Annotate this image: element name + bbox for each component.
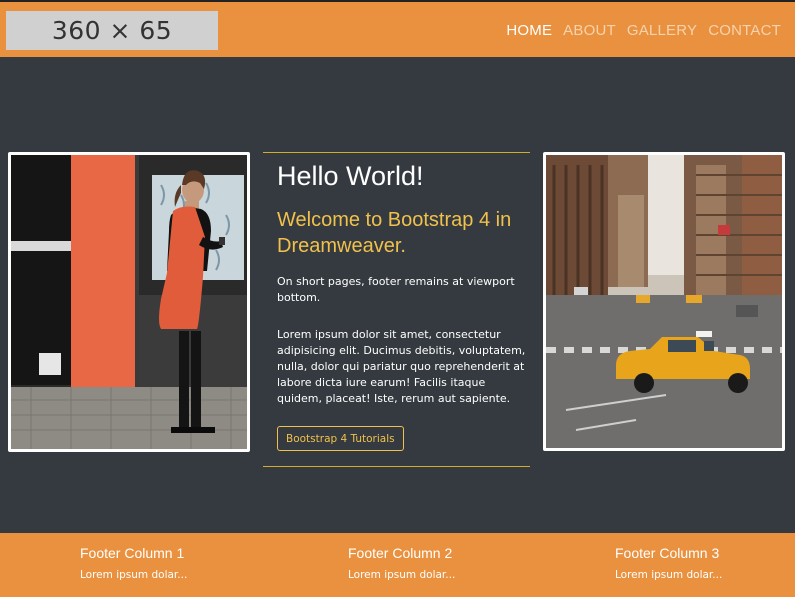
- footer-column-text: Lorem ipsum dolar...: [348, 569, 456, 581]
- body-paragraph: Lorem ipsum dolor sit amet, consectetur …: [277, 328, 526, 405]
- content-card: Hello World! Welcome to Bootstrap 4 in D…: [263, 152, 530, 467]
- nav-contact-link[interactable]: CONTACT: [708, 22, 781, 39]
- woman-photo: [8, 152, 250, 452]
- nav-home-link[interactable]: HOME: [506, 22, 552, 39]
- nav-about-link[interactable]: ABOUT: [563, 22, 616, 39]
- main-nav: HOME ABOUT GALLERY CONTACT: [506, 22, 781, 39]
- footer-column-2: Footer Column 2 Lorem ipsum dolar...: [348, 545, 528, 581]
- logo-placeholder[interactable]: 360 × 65: [6, 11, 218, 50]
- nav-gallery-link[interactable]: GALLERY: [627, 22, 697, 39]
- page-subheading: Welcome to Bootstrap 4 in Dreamweaver.: [277, 209, 512, 257]
- footer-column-1: Footer Column 1 Lorem ipsum dolar...: [80, 545, 260, 581]
- footer-column-title: Footer Column 2: [348, 545, 453, 561]
- site-header: 360 × 65 HOME ABOUT GALLERY CONTACT: [0, 0, 795, 57]
- footer-column-text: Lorem ipsum dolar...: [615, 569, 723, 581]
- page-heading: Hello World!: [277, 161, 424, 191]
- footer-column-3: Footer Column 3 Lorem ipsum dolar...: [615, 545, 795, 581]
- intro-paragraph: On short pages, footer remains at viewpo…: [277, 275, 515, 304]
- footer-column-text: Lorem ipsum dolar...: [80, 569, 188, 581]
- city-street-photo: [543, 152, 785, 451]
- bootstrap-tutorials-button[interactable]: Bootstrap 4 Tutorials: [277, 426, 404, 451]
- site-footer: Footer Column 1 Lorem ipsum dolar... Foo…: [0, 533, 795, 597]
- footer-column-title: Footer Column 1: [80, 545, 185, 561]
- footer-column-title: Footer Column 3: [615, 545, 720, 561]
